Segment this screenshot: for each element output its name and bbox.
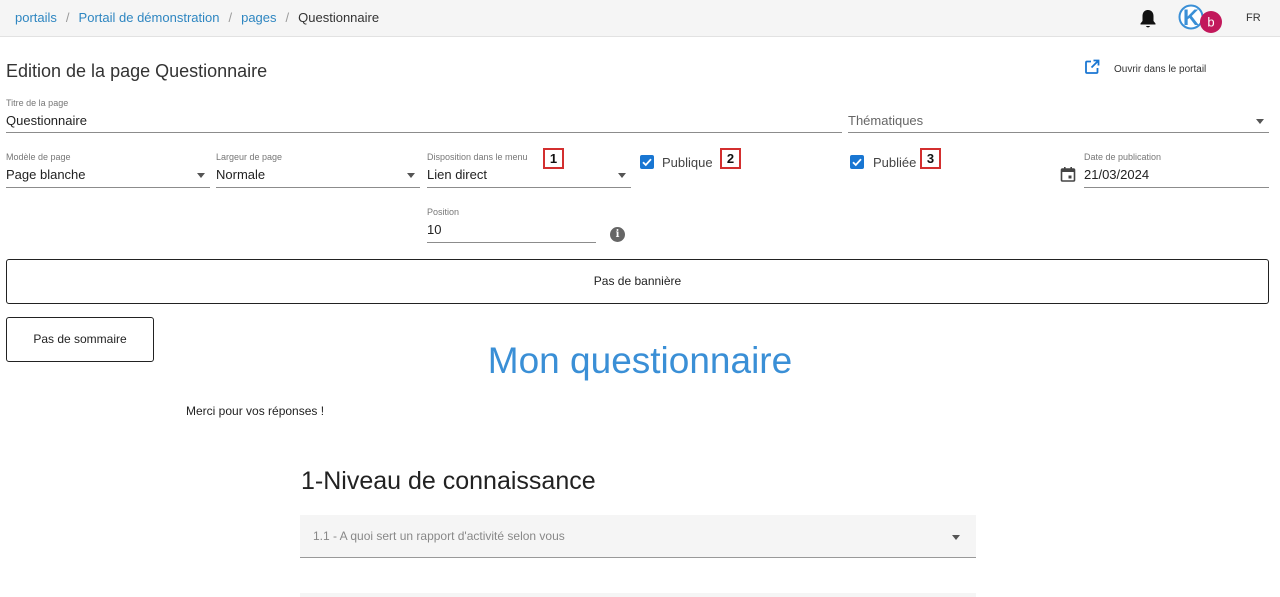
position-label: Position: [427, 207, 460, 217]
breadcrumb-pages[interactable]: pages: [241, 10, 276, 25]
annotation-marker-1: 1: [543, 148, 564, 169]
position-input[interactable]: Position 10: [427, 207, 596, 243]
next-question-select[interactable]: [300, 593, 976, 597]
publiee-checkbox[interactable]: [850, 155, 864, 169]
page-width-value: Normale: [216, 167, 266, 182]
top-bar: portails / Portail de démonstration / pages /…: [0, 0, 1280, 37]
question-dropdown-icon: [952, 535, 960, 540]
open-in-portal-link[interactable]: Ouvrir dans le portail: [1084, 59, 1207, 80]
avatar-letter: b: [1207, 15, 1214, 30]
breadcrumb-separator: /: [228, 10, 233, 25]
info-icon[interactable]: i: [610, 227, 625, 242]
page-width-label: Largeur de page: [216, 152, 283, 162]
calendar-icon[interactable]: [1060, 166, 1076, 187]
thematiques-select[interactable]: Thématiques: [848, 98, 1269, 133]
breadcrumb-separator: /: [285, 10, 290, 25]
publication-date-value: 21/03/2024: [1084, 167, 1150, 182]
menu-disposition-dropdown-icon: [618, 173, 626, 178]
user-menu[interactable]: K b: [1178, 3, 1224, 35]
annotation-marker-3: 3: [920, 148, 941, 169]
breadcrumb-separator: /: [65, 10, 70, 25]
page-title: Edition de la page Questionnaire: [6, 61, 268, 81]
breadcrumb: portails / Portail de démonstration / pages /…: [15, 10, 379, 25]
notification-bell-icon[interactable]: [1139, 9, 1157, 29]
page-model-label: Modèle de page: [6, 152, 71, 162]
questionnaire-heading: Mon questionnaire: [487, 340, 793, 381]
thematiques-dropdown-icon: [1256, 119, 1264, 124]
publique-label: Publique: [662, 155, 713, 170]
open-in-portal-label: Ouvrir dans le portail: [1114, 63, 1207, 75]
menu-disposition-value: Lien direct: [427, 167, 487, 182]
thanks-text: Merci pour vos réponses !: [186, 404, 325, 418]
checkmark-icon: [642, 158, 652, 167]
position-value: 10: [427, 222, 442, 237]
breadcrumb-portail-demonstration[interactable]: Portail de démonstration: [79, 10, 220, 25]
page-model-select[interactable]: Modèle de page Page blanche: [6, 152, 210, 188]
publication-date-label: Date de publication: [1084, 152, 1162, 162]
page-width-select[interactable]: Largeur de page Normale: [216, 152, 420, 188]
question-label: 1.1 - A quoi sert un rapport d'activité …: [313, 529, 565, 543]
publication-date-field[interactable]: Date de publication 21/03/2024: [1084, 152, 1269, 188]
page-title-field[interactable]: Titre de la page Questionnaire: [6, 98, 842, 133]
menu-disposition-select[interactable]: Disposition dans le menu Lien direct: [427, 152, 631, 188]
annotation-marker-2: 2: [720, 148, 741, 169]
page-title-value: Questionnaire: [6, 113, 87, 128]
page-width-dropdown-icon: [407, 173, 415, 178]
page-title-label: Titre de la page: [6, 98, 69, 108]
publiee-label: Publiée: [873, 155, 917, 170]
breadcrumb-portails[interactable]: portails: [15, 10, 57, 25]
app-logo-letter: K: [1183, 5, 1199, 30]
external-link-icon: [1084, 59, 1100, 80]
language-selector[interactable]: FR: [1246, 12, 1261, 24]
page-model-dropdown-icon: [197, 173, 205, 178]
breadcrumb-current: Questionnaire: [298, 10, 380, 25]
menu-disposition-label: Disposition dans le menu: [427, 152, 528, 162]
banner-button[interactable]: Pas de bannière: [6, 259, 1269, 304]
checkmark-icon: [852, 158, 862, 167]
page-model-value: Page blanche: [6, 167, 86, 182]
thematiques-placeholder: Thématiques: [848, 113, 924, 128]
section-title: 1-Niveau de connaissance: [301, 467, 596, 495]
question-select[interactable]: 1.1 - A quoi sert un rapport d'activité …: [300, 515, 976, 558]
publique-checkbox[interactable]: [640, 155, 654, 169]
